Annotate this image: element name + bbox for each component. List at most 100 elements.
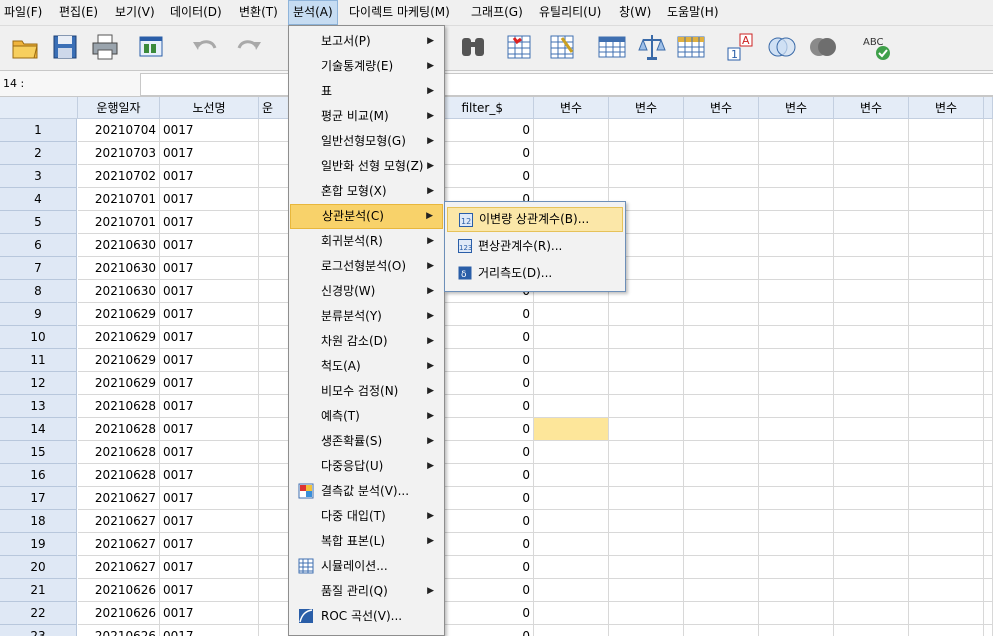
menu-graphs[interactable]: 그래프(G)	[467, 0, 527, 25]
data-cell[interactable]	[759, 510, 834, 533]
data-cell[interactable]	[684, 418, 759, 441]
row-number[interactable]: 21	[0, 579, 77, 602]
data-cell[interactable]: 0017	[160, 280, 259, 303]
data-cell[interactable]	[909, 188, 984, 211]
data-cell[interactable]	[609, 464, 684, 487]
data-cell[interactable]	[909, 142, 984, 165]
data-cell[interactable]	[609, 556, 684, 579]
data-cell[interactable]: 20210628	[78, 418, 160, 441]
data-cell[interactable]	[984, 372, 993, 395]
row-number[interactable]: 9	[0, 303, 77, 326]
data-cell[interactable]	[834, 418, 909, 441]
data-cell[interactable]	[534, 418, 609, 441]
data-cell[interactable]	[609, 602, 684, 625]
row-number[interactable]: 4	[0, 188, 77, 211]
data-cell[interactable]: 0017	[160, 395, 259, 418]
data-cell[interactable]	[609, 625, 684, 636]
data-cell[interactable]	[609, 119, 684, 142]
menu-file[interactable]: 파일(F)	[0, 0, 46, 25]
redo-icon[interactable]	[234, 32, 264, 62]
data-cell[interactable]	[909, 349, 984, 372]
data-cell[interactable]	[909, 510, 984, 533]
open-folder-icon[interactable]	[10, 32, 40, 62]
column-header[interactable]: 운	[259, 97, 289, 119]
column-header[interactable]: 변수	[909, 97, 984, 119]
data-cell[interactable]	[759, 188, 834, 211]
spell-check-icon[interactable]: ABC	[861, 32, 891, 62]
data-cell[interactable]	[834, 556, 909, 579]
menu-item-classify[interactable]: 분류분석(Y) ▶	[290, 304, 443, 329]
data-cell[interactable]	[909, 533, 984, 556]
data-cell[interactable]: 20210630	[78, 280, 160, 303]
menu-item-general-linear-model[interactable]: 일반선형모형(G) ▶	[290, 129, 443, 154]
menu-utilities[interactable]: 유틸리티(U)	[535, 0, 605, 25]
use-sets-icon[interactable]	[767, 32, 797, 62]
menu-item-correlate[interactable]: 상관분석(C) ▶	[290, 204, 443, 229]
menu-item-scale[interactable]: 척도(A) ▶	[290, 354, 443, 379]
data-cell[interactable]: 0017	[160, 349, 259, 372]
data-cell[interactable]	[259, 142, 289, 165]
data-cell[interactable]	[534, 487, 609, 510]
menu-item-dimension-reduction[interactable]: 차원 감소(D) ▶	[290, 329, 443, 354]
menu-item-multiple-response[interactable]: 다중응답(U) ▶	[290, 454, 443, 479]
data-cell[interactable]	[684, 211, 759, 234]
data-cell[interactable]	[834, 579, 909, 602]
data-cell[interactable]	[259, 510, 289, 533]
data-cell[interactable]	[759, 533, 834, 556]
data-cell[interactable]	[534, 556, 609, 579]
row-number[interactable]: 11	[0, 349, 77, 372]
menu-item-missing-value-analysis[interactable]: 결측값 분석(V)...	[290, 479, 443, 504]
data-cell[interactable]	[909, 165, 984, 188]
data-cell[interactable]	[984, 142, 993, 165]
data-cell[interactable]	[759, 257, 834, 280]
menu-window[interactable]: 창(W)	[615, 0, 655, 25]
data-cell[interactable]: 20210702	[78, 165, 160, 188]
data-cell[interactable]: 0017	[160, 372, 259, 395]
menu-item-quality-control[interactable]: 품질 관리(Q) ▶	[290, 579, 443, 604]
weight-cases-icon[interactable]	[637, 32, 667, 62]
data-cell[interactable]	[759, 579, 834, 602]
menu-item-distances[interactable]: δ 거리측도(D)...	[447, 261, 623, 286]
column-header[interactable]: 변수	[684, 97, 759, 119]
data-cell[interactable]: 20210630	[78, 234, 160, 257]
data-cell[interactable]	[909, 395, 984, 418]
data-cell[interactable]	[684, 602, 759, 625]
row-number[interactable]: 13	[0, 395, 77, 418]
select-cases-icon[interactable]	[676, 32, 706, 62]
data-cell[interactable]	[834, 211, 909, 234]
data-cell[interactable]	[834, 510, 909, 533]
data-cell[interactable]	[984, 395, 993, 418]
row-number[interactable]: 22	[0, 602, 77, 625]
menu-item-loglinear[interactable]: 로그선형분석(O) ▶	[290, 254, 443, 279]
menu-item-compare-means[interactable]: 평균 비교(M) ▶	[290, 104, 443, 129]
menu-item-partial[interactable]: 123 편상관계수(R)...	[447, 234, 623, 259]
data-cell[interactable]	[909, 372, 984, 395]
data-cell[interactable]	[834, 533, 909, 556]
data-cell[interactable]	[984, 487, 993, 510]
data-cell[interactable]	[984, 533, 993, 556]
data-cell[interactable]	[684, 257, 759, 280]
data-cell[interactable]	[759, 418, 834, 441]
data-cell[interactable]	[834, 441, 909, 464]
data-cell[interactable]	[259, 234, 289, 257]
data-cell[interactable]: 20210629	[78, 349, 160, 372]
cell-value-field[interactable]	[140, 73, 993, 96]
data-cell[interactable]	[534, 303, 609, 326]
row-number[interactable]: 14	[0, 418, 77, 441]
data-cell[interactable]: 0017	[160, 556, 259, 579]
data-cell[interactable]	[259, 579, 289, 602]
data-cell[interactable]	[834, 487, 909, 510]
data-cell[interactable]: 0017	[160, 211, 259, 234]
undo-icon[interactable]	[190, 32, 220, 62]
data-cell[interactable]	[759, 372, 834, 395]
data-cell[interactable]	[834, 349, 909, 372]
data-cell[interactable]: 20210629	[78, 372, 160, 395]
row-number[interactable]: 18	[0, 510, 77, 533]
data-cell[interactable]: 0017	[160, 303, 259, 326]
data-cell[interactable]	[834, 303, 909, 326]
data-cell[interactable]: 20210703	[78, 142, 160, 165]
data-cell[interactable]	[984, 349, 993, 372]
data-cell[interactable]	[984, 602, 993, 625]
data-cell[interactable]	[984, 464, 993, 487]
data-cell[interactable]: 0017	[160, 257, 259, 280]
